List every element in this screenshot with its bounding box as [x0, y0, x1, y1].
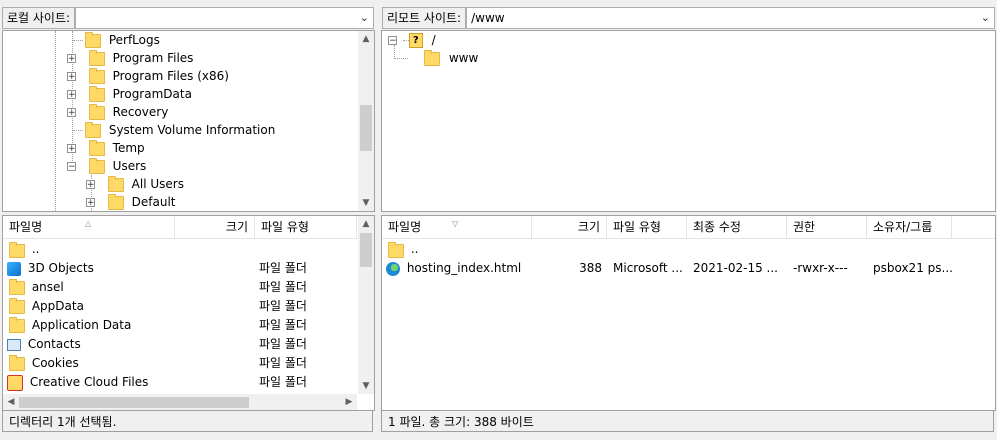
folder-icon: [85, 121, 101, 138]
folder-icon: [9, 241, 25, 258]
tree-item-users[interactable]: − Users: [67, 157, 146, 175]
scroll-up-icon[interactable]: ▲: [358, 31, 374, 47]
sort-ascending-icon: △: [85, 219, 92, 228]
tree-item-root[interactable]: − ? /: [388, 31, 436, 49]
local-list-header: 파일명 △ 크기 파일 유형: [3, 216, 374, 239]
scroll-thumb[interactable]: [19, 397, 249, 408]
local-list-hscrollbar[interactable]: ◀ ▶: [3, 394, 357, 410]
tree-item-default[interactable]: + Default: [86, 193, 176, 211]
column-header-size[interactable]: 크기: [532, 216, 607, 238]
folder-icon: [9, 278, 25, 295]
folder-icon: [88, 103, 105, 120]
column-header-owner[interactable]: 소유자/그룹: [867, 216, 952, 238]
remote-file-list[interactable]: 파일명 ▽ 크기 파일 유형 최종 수정 권한 소유자/그룹 .. hostin…: [381, 215, 996, 411]
folder-icon: [85, 31, 101, 48]
tree-item-perflogs[interactable]: PerfLogs: [67, 31, 160, 49]
list-item[interactable]: hosting_index.html 388 Microsoft ... 202…: [386, 259, 986, 278]
tree-item-program-files[interactable]: + Program Files: [67, 49, 193, 67]
expand-icon[interactable]: +: [86, 198, 95, 208]
local-tree-scrollbar[interactable]: ▲ ▼: [358, 31, 374, 211]
scroll-thumb[interactable]: [360, 233, 372, 267]
collapse-icon[interactable]: −: [67, 162, 76, 172]
list-item[interactable]: Contacts 파일 폴더: [7, 335, 357, 354]
folder-icon: [88, 67, 105, 84]
folder-icon: [9, 316, 25, 333]
column-header-type[interactable]: 파일 유형: [607, 216, 687, 238]
scroll-down-icon[interactable]: ▼: [358, 195, 374, 211]
folder-icon: [88, 49, 105, 66]
remote-status-bar: 1 파일. 총 크기: 388 바이트: [381, 410, 994, 432]
unknown-folder-icon: ?: [408, 33, 423, 48]
tree-item-www[interactable]: www: [424, 49, 478, 67]
expand-icon[interactable]: +: [67, 144, 76, 154]
expand-icon[interactable]: +: [67, 54, 76, 64]
tree-item-program-files-x86[interactable]: + Program Files (x86): [67, 67, 229, 85]
tree-item-temp[interactable]: + Temp: [67, 139, 145, 157]
remote-directory-tree[interactable]: − ? / www: [381, 30, 996, 212]
folder-icon: [9, 297, 25, 314]
remote-address-bar: 리모트 사이트: /www ⌄: [382, 7, 995, 29]
remote-site-path: /www: [471, 11, 505, 25]
expand-icon[interactable]: +: [67, 108, 76, 118]
folder-icon: [107, 193, 124, 210]
contacts-icon: [7, 338, 21, 351]
scroll-down-icon[interactable]: ▼: [358, 378, 374, 394]
local-directory-tree[interactable]: PerfLogs + Program Files + Program Files…: [2, 30, 375, 212]
collapse-icon[interactable]: −: [388, 36, 397, 46]
list-item[interactable]: Creative Cloud Files 파일 폴더: [7, 373, 357, 392]
chevron-down-icon[interactable]: ⌄: [981, 11, 990, 24]
scroll-up-icon[interactable]: ▲: [358, 216, 374, 232]
tree-item-programdata[interactable]: + ProgramData: [67, 85, 192, 103]
tree-item-recovery[interactable]: + Recovery: [67, 103, 168, 121]
local-status-bar: 디렉터리 1개 선택됨.: [2, 410, 373, 432]
column-header-type[interactable]: 파일 유형: [255, 216, 357, 238]
column-header-modified[interactable]: 최종 수정: [687, 216, 787, 238]
sort-descending-icon: ▽: [452, 219, 459, 228]
tree-item-all-users[interactable]: + All Users: [86, 175, 184, 193]
expand-icon[interactable]: +: [67, 72, 76, 82]
local-site-label: 로컬 사이트:: [2, 7, 76, 29]
remote-site-combobox[interactable]: /www ⌄: [466, 7, 995, 29]
list-item[interactable]: Cookies 파일 폴더: [7, 354, 357, 373]
list-item[interactable]: ..: [386, 240, 986, 259]
scroll-left-icon[interactable]: ◀: [3, 394, 19, 410]
folder-icon: [424, 49, 440, 66]
remote-site-label: 리모트 사이트:: [382, 7, 467, 29]
remote-list-header: 파일명 ▽ 크기 파일 유형 최종 수정 권한 소유자/그룹: [382, 216, 995, 239]
chevron-down-icon[interactable]: ⌄: [360, 11, 369, 24]
folder-icon: [88, 139, 105, 156]
expand-icon[interactable]: +: [67, 90, 76, 100]
scroll-right-icon[interactable]: ▶: [341, 394, 357, 410]
local-address-bar: 로컬 사이트: ⌄: [2, 7, 374, 29]
expand-icon[interactable]: +: [86, 180, 95, 190]
local-list-vscrollbar[interactable]: ▲ ▼: [358, 216, 374, 394]
folder-icon: [107, 175, 124, 192]
column-header-filename[interactable]: 파일명 ▽: [382, 216, 532, 238]
folder-icon: [88, 85, 105, 102]
list-item[interactable]: ansel 파일 폴더: [7, 278, 357, 297]
3d-objects-icon: [7, 261, 21, 276]
list-item[interactable]: AppData 파일 폴더: [7, 297, 357, 316]
list-item[interactable]: Application Data 파일 폴더: [7, 316, 357, 335]
creative-cloud-icon: [7, 374, 23, 391]
column-header-permissions[interactable]: 권한: [787, 216, 867, 238]
local-site-combobox[interactable]: ⌄: [75, 7, 374, 29]
list-item[interactable]: 3D Objects 파일 폴더: [7, 259, 357, 278]
folder-icon: [388, 241, 404, 258]
scroll-thumb[interactable]: [360, 105, 372, 151]
edge-html-icon: [386, 261, 400, 276]
tree-item-system-volume-information[interactable]: System Volume Information: [67, 121, 275, 139]
folder-icon: [88, 157, 105, 174]
column-header-size[interactable]: 크기: [175, 216, 255, 238]
local-file-list[interactable]: 파일명 △ 크기 파일 유형 .. 3D Objects 파일 폴더 ansel…: [2, 215, 375, 411]
list-item[interactable]: ..: [7, 240, 357, 259]
column-header-filename[interactable]: 파일명 △: [3, 216, 175, 238]
folder-icon: [9, 354, 25, 371]
